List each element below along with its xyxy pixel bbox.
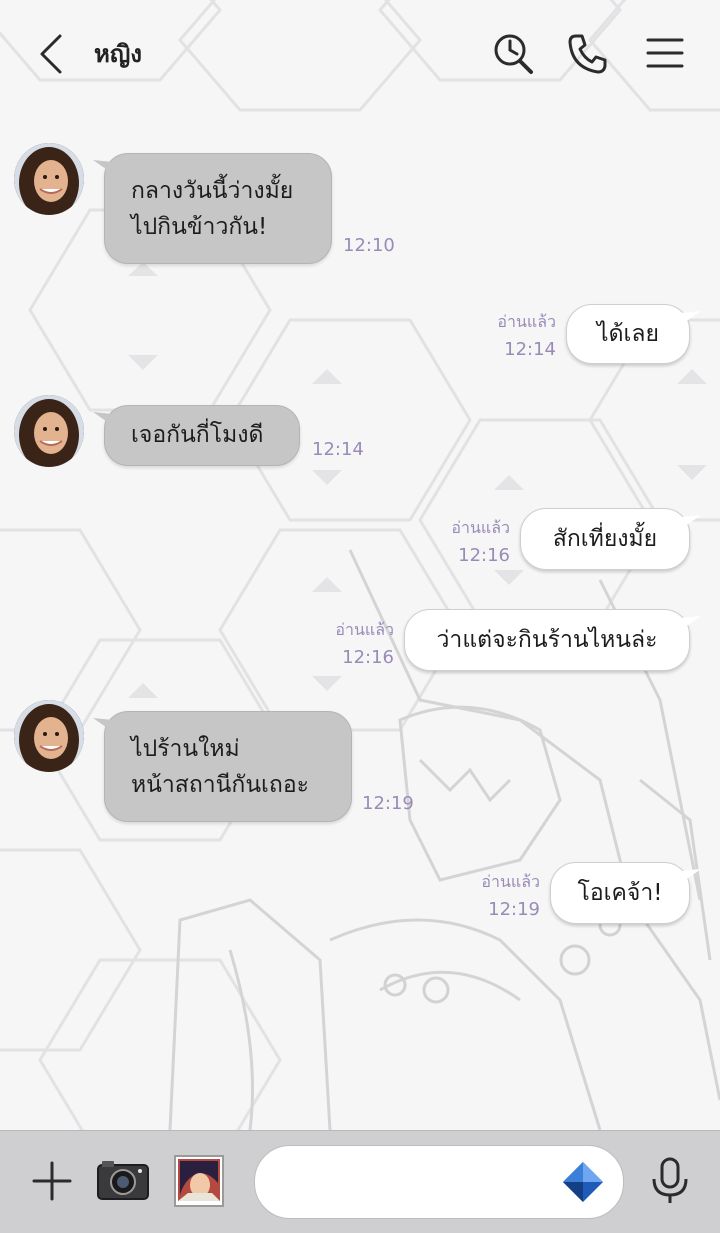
camera-icon	[97, 1161, 149, 1200]
contact-photo	[14, 395, 84, 467]
message-text: สักเที่ยงมั้ย	[552, 526, 658, 552]
add-button[interactable]	[30, 1159, 74, 1203]
contact-photo	[14, 143, 84, 215]
message-meta: อ่านแล้ว 12:14	[480, 310, 556, 360]
message-meta: อ่านแล้ว 12:16	[434, 516, 510, 566]
microphone-icon	[652, 1157, 688, 1203]
message-bubble-outgoing[interactable]: ว่าแต่จะกินร้านไหนล่ะ	[404, 609, 701, 671]
read-receipt: อ่านแล้ว	[335, 620, 394, 639]
photo-thumbnail	[174, 1155, 224, 1207]
message-time: 12:14	[312, 439, 364, 460]
camera-button[interactable]	[96, 1159, 150, 1203]
message-input[interactable]	[254, 1145, 624, 1219]
message-bubble-outgoing[interactable]: โอเคจ้า!	[550, 862, 701, 924]
bubble-tail	[681, 616, 701, 630]
contact-photo	[14, 700, 84, 772]
avatar[interactable]	[14, 143, 84, 215]
bubble-tail	[93, 160, 113, 174]
message-bubble-outgoing[interactable]: สักเที่ยงมั้ย	[520, 508, 701, 570]
diamond-icon	[563, 1162, 603, 1202]
message-time: 12:14	[504, 339, 556, 360]
bubble-tail	[681, 515, 701, 529]
message-time: 12:19	[488, 899, 540, 920]
message-time: 12:16	[342, 647, 394, 668]
back-button[interactable]	[30, 30, 74, 78]
phone-icon	[568, 34, 607, 74]
message-bubble-outgoing[interactable]: ได้เลย	[566, 304, 701, 364]
sticker-button[interactable]	[561, 1160, 605, 1204]
message-text: เจอกันกี่โมงดี	[131, 422, 264, 448]
message-bubble-incoming[interactable]: ไปร้านใหม่ หน้าสถานีกันเถอะ	[93, 711, 352, 822]
read-receipt: อ่านแล้ว	[481, 872, 540, 891]
plus-icon	[32, 1161, 72, 1201]
search-history-icon	[494, 34, 533, 74]
bubble-tail	[93, 718, 113, 732]
read-receipt: อ่านแล้ว	[497, 312, 556, 331]
message-text: ไปร้านใหม่ หน้าสถานีกันเถอะ	[131, 736, 310, 798]
message-text: กลางวันนี้ว่างมั้ย ไปกินข้าวกัน!	[131, 178, 294, 240]
photo-button[interactable]	[174, 1155, 224, 1207]
bubble-tail	[93, 412, 113, 426]
menu-icon	[646, 38, 684, 68]
search-history-button[interactable]	[490, 30, 538, 78]
voice-button[interactable]	[648, 1155, 692, 1207]
chat-title: หญิง	[94, 40, 142, 68]
message-bubble-incoming[interactable]: เจอกันกี่โมงดี	[93, 405, 300, 466]
message-text: ได้เลย	[597, 321, 659, 347]
chevron-left-icon	[40, 34, 62, 74]
bubble-tail	[681, 311, 701, 325]
bubble-tail	[681, 869, 701, 883]
avatar[interactable]	[14, 700, 84, 772]
avatar[interactable]	[14, 395, 84, 467]
message-meta: อ่านแล้ว 12:16	[318, 618, 394, 668]
message-text: ว่าแต่จะกินร้านไหนล่ะ	[436, 627, 658, 653]
message-input-bar	[0, 1130, 720, 1233]
chat-header: หญิง	[0, 0, 720, 108]
chat-messages[interactable]: กลางวันนี้ว่างมั้ย ไปกินข้าวกัน! 12:10 อ…	[0, 108, 720, 1130]
message-time: 12:19	[362, 793, 414, 814]
message-meta: อ่านแล้ว 12:19	[464, 870, 540, 920]
call-button[interactable]	[564, 30, 612, 78]
message-time: 12:10	[343, 235, 395, 256]
message-text: โอเคจ้า!	[577, 880, 663, 906]
message-time: 12:16	[458, 545, 510, 566]
menu-button[interactable]	[642, 30, 690, 78]
message-bubble-incoming[interactable]: กลางวันนี้ว่างมั้ย ไปกินข้าวกัน!	[93, 153, 332, 264]
read-receipt: อ่านแล้ว	[451, 518, 510, 537]
